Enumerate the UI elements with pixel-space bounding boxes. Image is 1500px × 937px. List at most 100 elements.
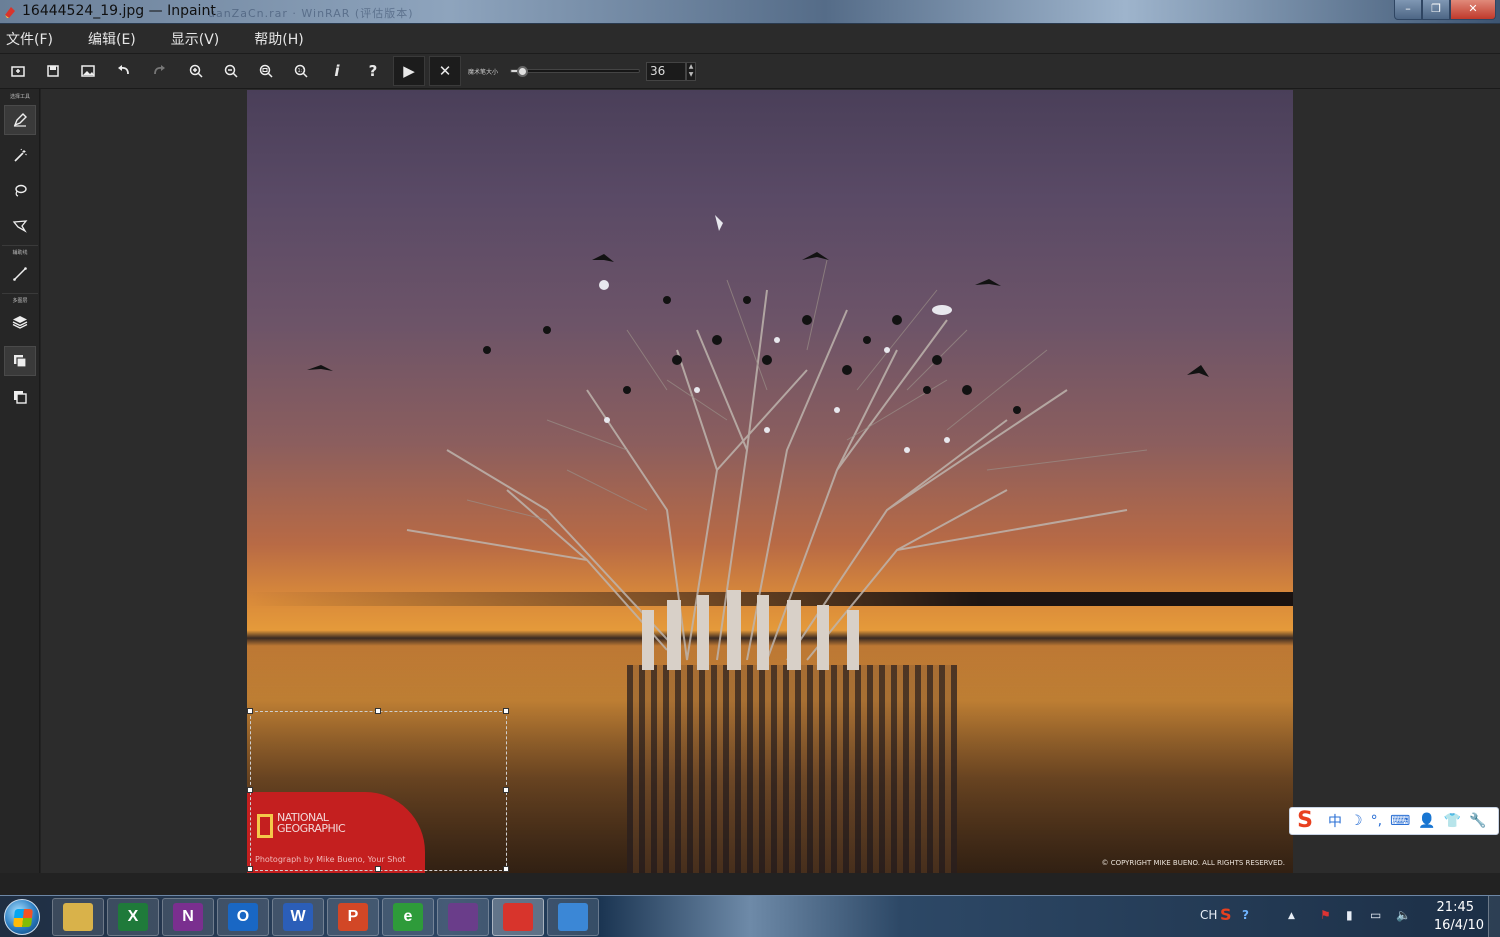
menu-file[interactable]: 文件(F)	[6, 29, 53, 49]
show-desktop-button[interactable]	[1488, 896, 1500, 937]
ime-halfwidth-icon[interactable]: ☽	[1350, 813, 1363, 829]
copyright-text: © COPYRIGHT MIKE BUENO. ALL RIGHTS RESER…	[1101, 859, 1285, 867]
svg-text:1:1: 1:1	[298, 68, 306, 74]
lasso-tool-icon[interactable]	[4, 176, 36, 206]
tool-panel: 选择工具 辅助线 多图层	[0, 89, 40, 873]
multi-view-icon[interactable]	[4, 346, 36, 376]
divider	[2, 293, 38, 294]
inpaint-window: 16444524_19.jpg — Inpaint uanZaCn.rar · …	[0, 0, 1500, 937]
cancel-icon[interactable]: ✕	[429, 56, 461, 86]
title-bar[interactable]: 16444524_19.jpg — Inpaint uanZaCn.rar · …	[0, 0, 1500, 24]
show-hidden-icons-icon[interactable]: ▲	[1288, 911, 1295, 921]
taskbar-button-excel[interactable]: X	[107, 898, 159, 936]
zoom-actual-icon[interactable]: 1:1	[285, 56, 317, 86]
game-icon	[558, 903, 588, 931]
section-label-guides: 辅助线	[12, 250, 28, 256]
taskbar-button-file-explorer[interactable]	[52, 898, 104, 936]
single-view-icon[interactable]	[4, 382, 36, 412]
menu-view[interactable]: 显示(V)	[171, 29, 220, 49]
save-icon[interactable]	[37, 56, 69, 86]
polygon-lasso-tool-icon[interactable]	[4, 211, 36, 241]
ime-skin-icon[interactable]: 👕	[1444, 813, 1461, 829]
app-icon	[5, 7, 15, 18]
selection-handle-middle-left[interactable]	[247, 787, 253, 793]
action-center-flag-icon[interactable]: ⚑	[1320, 908, 1331, 922]
selection-handle-middle-right[interactable]	[503, 787, 509, 793]
taskbar-button-outlook[interactable]: O	[217, 898, 269, 936]
menu-help[interactable]: 帮助(H)	[254, 29, 303, 49]
ime-chinese-mode[interactable]: 中	[1328, 811, 1342, 831]
ime-toolbar[interactable]: S 中 ☽ °, ⌨ 👤 👕 🔧	[1289, 807, 1499, 835]
ime-keyboard-icon[interactable]: ⌨	[1390, 813, 1410, 829]
volume-icon[interactable]: 🔈	[1396, 908, 1411, 922]
powerpoint-icon: P	[338, 903, 368, 931]
zoom-fit-icon[interactable]	[250, 56, 282, 86]
selection-rectangle[interactable]	[250, 711, 507, 871]
clock-date[interactable]: 16/4/10	[1434, 918, 1484, 933]
undo-icon[interactable]	[108, 56, 140, 86]
excel-icon: X	[118, 903, 148, 931]
magic-wand-tool-icon[interactable]	[4, 141, 36, 171]
menu-edit[interactable]: 编辑(E)	[88, 29, 136, 49]
word-icon: W	[283, 903, 313, 931]
brush-size-spinner[interactable]: ▲ ▼	[686, 62, 696, 81]
redo-icon[interactable]	[143, 56, 175, 86]
selection-handle-top-center[interactable]	[375, 708, 381, 714]
taskbar: XNOWPe CH S ? ▲ ⚑ ▮ ▭ 🔈 21:45 16/4/10	[0, 895, 1500, 937]
info-icon[interactable]: i	[321, 56, 353, 86]
section-label-select: 选择工具	[9, 94, 30, 100]
outlook-icon: O	[228, 903, 258, 931]
network-icon[interactable]: ▭	[1370, 908, 1381, 922]
ime-punctuation-icon[interactable]: °,	[1371, 813, 1382, 829]
zoom-in-icon[interactable]	[180, 56, 212, 86]
ime-user-icon[interactable]: 👤	[1418, 813, 1435, 829]
brush-size-slider-knob[interactable]	[517, 66, 528, 77]
toolbar: 1:1 i ? ▶ ✕ 魔术笔大小	[0, 54, 1500, 89]
clock-time[interactable]: 21:45	[1437, 900, 1474, 915]
brush-size-slider[interactable]	[510, 69, 640, 73]
section-label-layers: 多图层	[12, 298, 28, 304]
onenote-icon: N	[173, 903, 203, 931]
power-icon[interactable]: ▮	[1346, 908, 1353, 922]
taskbar-button-word[interactable]: W	[272, 898, 324, 936]
selection-handle-bottom-left[interactable]	[247, 866, 253, 872]
run-icon[interactable]: ▶	[393, 56, 425, 86]
selection-handle-bottom-center[interactable]	[375, 866, 381, 872]
menu-bar: 文件(F) 编辑(E) 显示(V) 帮助(H)	[0, 24, 1500, 54]
brush-size-input[interactable]: 36	[646, 62, 686, 81]
open-icon[interactable]	[2, 56, 34, 86]
taskbar-button-winrar[interactable]	[437, 898, 489, 936]
help-icon[interactable]: ?	[357, 56, 389, 86]
window-title: 16444524_19.jpg — Inpaint	[22, 3, 216, 19]
taskbar-button-inpaint[interactable]	[492, 898, 544, 936]
layers-tool-icon[interactable]	[4, 307, 36, 337]
maximize-button[interactable]: ❐	[1422, 0, 1450, 20]
marker-tool-icon[interactable]	[4, 105, 36, 135]
selection-handle-top-right[interactable]	[503, 708, 509, 714]
taskbar-button-onenote[interactable]: N	[162, 898, 214, 936]
winrar-icon	[448, 903, 478, 931]
brush-size-label: 魔术笔大小	[468, 69, 499, 76]
ime-settings-icon[interactable]: 🔧	[1469, 813, 1486, 829]
file-explorer-icon	[63, 903, 93, 931]
taskbar-button-powerpoint[interactable]: P	[327, 898, 379, 936]
guide-line-tool-icon[interactable]	[4, 259, 36, 289]
minimize-button[interactable]: –	[1394, 0, 1422, 20]
background-window-title: uanZaCn.rar · WinRAR (评估版本)	[208, 7, 414, 20]
browser-icon: e	[393, 903, 423, 931]
system-tray: CH S ? ▲ ⚑ ▮ ▭ 🔈 21:45 16/4/10	[1180, 896, 1500, 937]
windows-logo-icon	[13, 909, 33, 927]
divider	[2, 245, 38, 246]
selection-handle-top-left[interactable]	[247, 708, 253, 714]
language-indicator[interactable]: CH	[1200, 908, 1217, 922]
taskbar-button-browser[interactable]: e	[382, 898, 434, 936]
sogou-logo-icon[interactable]: S	[1290, 808, 1320, 834]
sogou-tray-icon[interactable]: S	[1220, 905, 1232, 924]
image-icon[interactable]	[72, 56, 104, 86]
help-tray-icon[interactable]: ?	[1242, 908, 1249, 922]
taskbar-button-game[interactable]	[547, 898, 599, 936]
close-button[interactable]: ✕	[1450, 0, 1496, 20]
zoom-out-icon[interactable]	[215, 56, 247, 86]
selection-handle-bottom-right[interactable]	[503, 866, 509, 872]
start-button[interactable]	[4, 899, 40, 935]
